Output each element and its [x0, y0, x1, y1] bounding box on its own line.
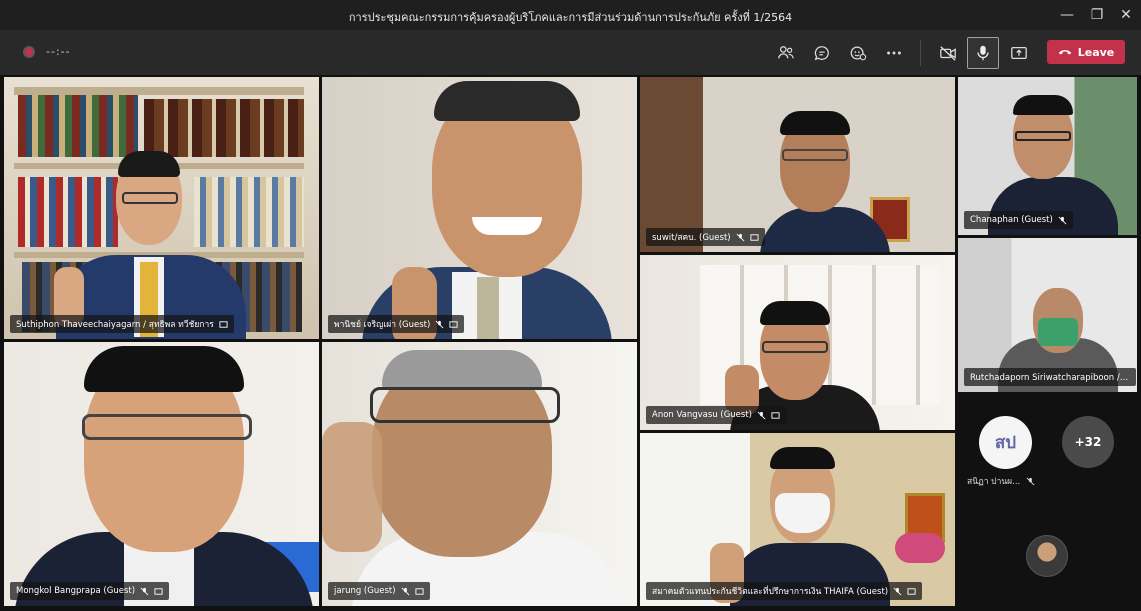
video-tile[interactable]: Suthiphon Thaveechaiyagarn / สุทธิพล ทวี… [4, 77, 319, 339]
video-feed [4, 342, 319, 606]
maximize-button[interactable]: ❐ [1082, 4, 1112, 26]
video-feed [640, 77, 955, 252]
meeting-title: การประชุมคณะกรรมการคุ้มครองผู้บริโภคและก… [348, 11, 793, 24]
share-icon [1011, 46, 1027, 60]
toolbar-divider [920, 40, 921, 66]
video-feed [322, 77, 637, 339]
mic-muted-icon [401, 587, 409, 595]
minimize-icon: — [1060, 7, 1074, 23]
participant-name-tag: Anon Vangvasu (Guest) [646, 406, 786, 424]
minimize-button[interactable]: — [1052, 4, 1082, 26]
video-tile[interactable]: Mongkol Bangprapa (Guest) [4, 342, 319, 606]
reactions-button[interactable] [842, 37, 874, 69]
participant-name-tag: Rutchadaporn Siriwatcharapiboon / รั... [964, 368, 1136, 386]
recording-indicator-icon [23, 46, 35, 58]
video-feed [4, 77, 319, 339]
mic-muted-icon [140, 587, 149, 595]
video-tile[interactable]: สมาคมตัวแทนประกันชีวิตและที่ปรึกษาการเงิ… [640, 433, 955, 606]
participant-name: jarung (Guest) [334, 586, 396, 596]
participant-name-tag: Suthiphon Thaveechaiyagarn / สุทธิพล ทวี… [10, 315, 234, 333]
participant-name: Chanaphan (Guest) [970, 215, 1053, 225]
participant-name: Anon Vangvasu (Guest) [652, 410, 752, 420]
leave-label: Leave [1077, 45, 1115, 59]
chat-button[interactable] [806, 37, 838, 69]
participant-name: สนิฏา ปานผ... [967, 477, 1021, 487]
mic-icon [977, 45, 989, 61]
avatar-initials: สป [994, 433, 1017, 453]
participants-button[interactable] [770, 37, 802, 69]
screen-share-indicator-icon [907, 587, 916, 595]
video-tile[interactable]: suwit/สคบ. (Guest) [640, 77, 955, 252]
hang-up-icon [1058, 50, 1072, 55]
participant-name-tag: สมาคมตัวแทนประกันชีวิตและที่ปรึกษาการเงิ… [646, 582, 923, 600]
self-view-thumbnail[interactable] [1026, 535, 1068, 577]
more-participants-button[interactable]: +32 [1062, 416, 1114, 468]
video-tile[interactable]: พานิชย์ เจริญเผ่า (Guest) [322, 77, 637, 339]
participant-name: suwit/สคบ. (Guest) [652, 233, 731, 243]
screen-share-indicator-icon [771, 411, 780, 419]
mic-muted-icon [893, 587, 902, 595]
mic-muted-icon [757, 411, 766, 419]
screen-share-indicator-icon [219, 320, 228, 328]
more-actions-button[interactable] [878, 37, 910, 69]
mic-toggle-button[interactable] [967, 37, 999, 69]
video-tile[interactable]: Chanaphan (Guest) [958, 77, 1137, 235]
video-tile[interactable]: Rutchadaporn Siriwatcharapiboon / รั... [958, 238, 1137, 392]
participant-name-tag: พานิชย์ เจริญเผ่า (Guest) [328, 315, 465, 333]
meeting-controls: --:-- Leave [0, 30, 1141, 75]
participant-name: สมาคมตัวแทนประกันชีวิตและที่ปรึกษาการเงิ… [652, 587, 889, 597]
participant-name: Rutchadaporn Siriwatcharapiboon / รั... [970, 373, 1130, 383]
mic-muted-icon [1026, 477, 1035, 485]
close-icon: ✕ [1120, 7, 1132, 23]
video-feed [640, 255, 955, 430]
participant-name-tag: สนิฏา ปานผ... [967, 474, 1035, 488]
participant-name: Mongkol Bangprapa (Guest) [16, 586, 136, 596]
screen-share-indicator-icon [449, 320, 458, 328]
participant-avatar[interactable]: สป [979, 416, 1032, 469]
video-feed [640, 433, 955, 606]
screen-share-indicator-icon [414, 587, 424, 595]
participant-name: Suthiphon Thaveechaiyagarn / สุทธิพล ทวี… [16, 320, 214, 330]
participant-name-tag: jarung (Guest) [328, 582, 430, 600]
video-tile[interactable]: Anon Vangvasu (Guest) [640, 255, 955, 430]
more-icon [887, 51, 901, 55]
mic-muted-icon [736, 233, 745, 241]
more-participants-count: +32 [1074, 435, 1102, 449]
screen-share-indicator-icon [750, 233, 759, 241]
meeting-timer: --:-- [46, 45, 71, 58]
screen-share-indicator-icon [154, 587, 163, 595]
participant-name: พานิชย์ เจริญเผ่า (Guest) [334, 320, 431, 330]
participant-name-tag: suwit/สคบ. (Guest) [646, 228, 765, 246]
video-tile[interactable]: jarung (Guest) [322, 342, 637, 606]
camera-toggle-button[interactable] [932, 37, 964, 69]
maximize-icon: ❐ [1090, 7, 1104, 23]
participant-name-tag: Mongkol Bangprapa (Guest) [10, 582, 170, 600]
close-window-button[interactable]: ✕ [1111, 4, 1141, 26]
leave-button[interactable]: Leave [1047, 40, 1125, 64]
chat-icon [814, 46, 829, 61]
mic-muted-icon [435, 320, 444, 328]
participant-name-tag: Chanaphan (Guest) [964, 211, 1073, 229]
mic-muted-icon [1058, 216, 1067, 224]
camera-off-icon [940, 46, 956, 61]
share-screen-button[interactable] [1003, 37, 1035, 69]
people-icon [778, 46, 794, 59]
title-bar: การประชุมคณะกรรมการคุ้มครองผู้บริโภคและก… [0, 0, 1141, 30]
reactions-icon [850, 46, 867, 61]
video-feed [322, 342, 637, 606]
